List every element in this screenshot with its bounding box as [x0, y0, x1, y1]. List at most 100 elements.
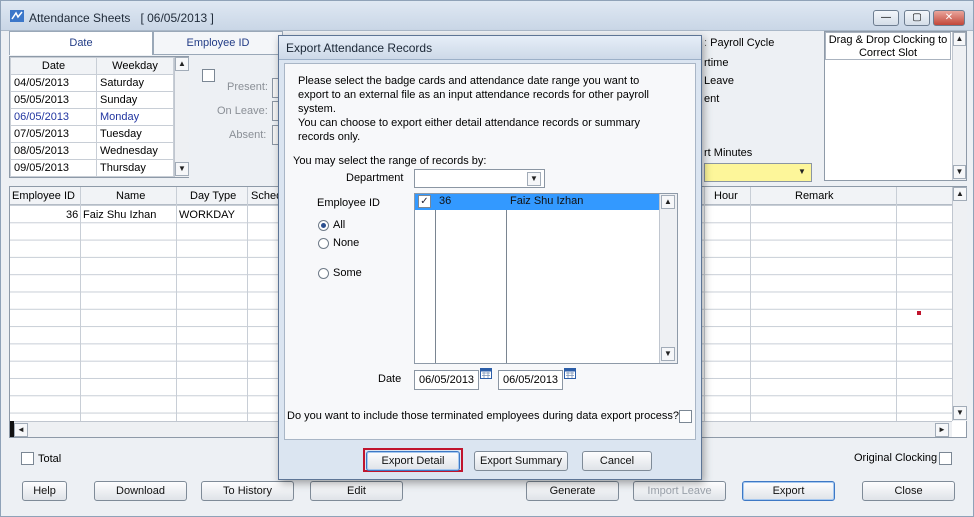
- employee-list: ✓ 36 Faiz Shu Izhan ▲ ▼: [414, 193, 678, 364]
- date-list: Date Weekday 04/05/2013 Saturday 05/05/20…: [9, 56, 189, 178]
- terminated-checkbox[interactable]: [679, 410, 692, 423]
- window-title: Attendance Sheets [ 06/05/2013 ]: [29, 11, 214, 25]
- scroll-up-icon[interactable]: ▲: [175, 57, 189, 71]
- date-row[interactable]: 09/05/2013 Thursday: [10, 159, 174, 177]
- export-detail-button[interactable]: Export Detail: [366, 451, 460, 471]
- total-label: Total: [38, 453, 62, 465]
- generate-button[interactable]: Generate: [526, 481, 619, 501]
- payroll-cycle-label: : Payroll Cycle: [704, 37, 775, 49]
- date-cell: 04/05/2013: [10, 74, 97, 92]
- row-name[interactable]: Faiz Shu Izhan: [83, 209, 156, 221]
- scroll-up-icon[interactable]: ▲: [661, 195, 675, 209]
- help-button[interactable]: Help: [22, 481, 67, 501]
- radio-some-label: Some: [333, 267, 362, 279]
- weekday-cell: Monday: [96, 108, 174, 126]
- row-employee-id[interactable]: 36: [66, 209, 78, 221]
- scroll-down-icon[interactable]: ▼: [953, 406, 967, 420]
- dialog-body: Please select the badge cards and attend…: [284, 63, 696, 440]
- date-column-header[interactable]: Date: [10, 57, 97, 75]
- date-to-field[interactable]: 06/05/2013: [498, 370, 563, 390]
- restore-button[interactable]: ▢: [904, 10, 930, 26]
- hour-column-header[interactable]: Hour: [714, 190, 738, 202]
- date-from-field[interactable]: 06/05/2013: [414, 370, 479, 390]
- department-label: Department: [346, 172, 404, 184]
- close-window-button[interactable]: ✕: [933, 10, 965, 26]
- overtime-label: rtime: [704, 57, 729, 69]
- scroll-left-icon[interactable]: ◄: [14, 423, 28, 437]
- employee-id-column-header[interactable]: Employee ID: [12, 190, 75, 202]
- title-bar: Attendance Sheets [ 06/05/2013 ] — ▢ ✕: [1, 1, 973, 31]
- tab-employee-id[interactable]: Employee ID: [153, 31, 283, 55]
- employee-row-id: 36: [439, 195, 452, 207]
- date-cell: 05/05/2013: [10, 91, 97, 109]
- row-day-type[interactable]: WORKDAY: [179, 209, 235, 221]
- dialog-title-bar: Export Attendance Records: [279, 36, 701, 60]
- present-checkbox[interactable]: [202, 69, 215, 82]
- radio-some[interactable]: [318, 268, 329, 279]
- day-type-column-header[interactable]: Day Type: [190, 190, 236, 202]
- to-history-button[interactable]: To History: [201, 481, 294, 501]
- department-select[interactable]: ▼: [414, 169, 545, 188]
- import-leave-button: Import Leave: [633, 481, 726, 501]
- radio-all-label: All: [333, 219, 346, 231]
- weekday-cell: Saturday: [96, 74, 174, 92]
- terminated-question: Do you want to include those terminated …: [287, 410, 679, 422]
- date-label: Date: [378, 373, 402, 385]
- radio-none[interactable]: [318, 238, 329, 249]
- range-prompt: You may select the range of records by:: [293, 155, 487, 167]
- export-dialog: Export Attendance Records Please select …: [278, 35, 702, 480]
- employee-list-scrollbar[interactable]: ▲ ▼: [659, 194, 677, 363]
- close-button[interactable]: Close: [862, 481, 955, 501]
- weekday-cell: Tuesday: [96, 125, 174, 143]
- scroll-down-icon[interactable]: ▼: [661, 347, 675, 361]
- grid-corner: [10, 421, 14, 437]
- drag-drop-scrollbar[interactable]: ▲ ▼: [952, 32, 966, 180]
- date-row-selected[interactable]: 06/05/2013 Monday: [10, 108, 174, 126]
- absent-label: Absent:: [229, 129, 267, 141]
- weekday-cell: Thursday: [96, 159, 174, 177]
- dialog-instructions: Please select the badge cards and attend…: [298, 75, 649, 143]
- dropdown-icon: ▼: [527, 172, 541, 186]
- yellow-dropdown[interactable]: ▼: [704, 163, 812, 182]
- leave-label: Leave: [704, 75, 734, 87]
- tab-date[interactable]: Date: [9, 31, 153, 55]
- radio-all[interactable]: [318, 220, 329, 231]
- scroll-up-icon[interactable]: ▲: [953, 32, 966, 46]
- name-column-header[interactable]: Name: [116, 190, 145, 202]
- scroll-right-icon[interactable]: ►: [935, 423, 949, 437]
- edit-button[interactable]: Edit: [310, 481, 403, 501]
- date-cell: 09/05/2013: [10, 159, 97, 177]
- cancel-button[interactable]: Cancel: [582, 451, 652, 471]
- minimize-button[interactable]: —: [873, 10, 899, 26]
- ent-label: ent: [704, 93, 720, 105]
- date-cell: 06/05/2013: [10, 108, 97, 126]
- scroll-down-icon[interactable]: ▼: [953, 165, 966, 179]
- remark-column-header[interactable]: Remark: [795, 190, 834, 202]
- date-row[interactable]: 05/05/2013 Sunday: [10, 91, 174, 109]
- date-cell: 07/05/2013: [10, 125, 97, 143]
- radio-none-label: None: [333, 237, 360, 249]
- weekday-cell: Wednesday: [96, 142, 174, 160]
- marker-dot: [917, 311, 921, 315]
- weekday-column-header[interactable]: Weekday: [96, 57, 174, 75]
- download-button[interactable]: Download: [94, 481, 187, 501]
- grid-vertical-scrollbar[interactable]: ▲ ▼: [952, 187, 967, 421]
- minutes-label: rt Minutes: [704, 147, 753, 159]
- export-button[interactable]: Export: [742, 481, 835, 501]
- export-summary-button[interactable]: Export Summary: [474, 451, 568, 471]
- original-clocking-checkbox[interactable]: [939, 452, 952, 465]
- scroll-up-icon[interactable]: ▲: [953, 187, 967, 201]
- on-leave-label: On Leave:: [217, 105, 268, 117]
- calendar-icon[interactable]: [564, 368, 576, 379]
- total-checkbox[interactable]: [21, 452, 34, 465]
- drag-drop-panel[interactable]: Drag & Drop Clocking to Correct Slot ▲ ▼: [824, 31, 967, 181]
- date-list-scrollbar[interactable]: ▲ ▼: [174, 57, 189, 177]
- date-row[interactable]: 04/05/2013 Saturday: [10, 74, 174, 92]
- scroll-down-icon[interactable]: ▼: [175, 162, 189, 176]
- calendar-icon[interactable]: [480, 368, 492, 379]
- original-clocking-label: Original Clocking: [854, 452, 938, 464]
- date-row[interactable]: 08/05/2013 Wednesday: [10, 142, 174, 160]
- present-label: Present:: [227, 81, 268, 93]
- employee-row-checkbox[interactable]: ✓: [418, 195, 431, 208]
- date-row[interactable]: 07/05/2013 Tuesday: [10, 125, 174, 143]
